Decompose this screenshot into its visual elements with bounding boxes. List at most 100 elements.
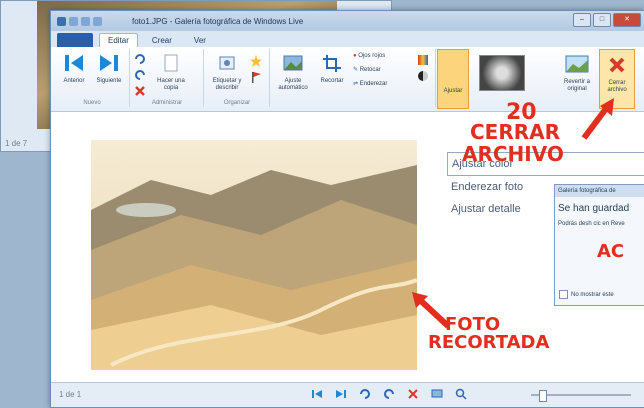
dialog-title: Galería fotográfica de	[555, 185, 644, 197]
annotation-close-line2: ARCHIVO	[462, 142, 564, 166]
previous-label: Anterior	[63, 78, 85, 84]
maximize-button[interactable]: □	[593, 13, 611, 27]
tab-view[interactable]: Ver	[186, 34, 214, 47]
group-organize-label: Organizar	[223, 100, 251, 106]
first-photo-icon[interactable]	[311, 388, 323, 400]
crop-label: Recortar	[320, 78, 344, 84]
effect-thumbnail-bw[interactable]	[479, 55, 525, 91]
crop-button[interactable]: Recortar	[315, 53, 349, 85]
tab-edit[interactable]: Editar	[99, 33, 138, 47]
photo-count: 1 de 1	[59, 390, 82, 399]
rotate-left-status-icon[interactable]	[359, 388, 371, 400]
group-nav-label: Nuevo	[83, 100, 101, 106]
status-bar: 1 de 1	[51, 382, 644, 407]
close-file-label: Cerrar archivo	[607, 80, 627, 93]
tab-file[interactable]	[57, 33, 93, 47]
exposure-button[interactable]	[415, 71, 431, 81]
retouch-icon: ✎	[353, 67, 359, 73]
tag-label: Etiquetar y describir	[212, 78, 242, 91]
slideshow-icon[interactable]	[431, 388, 443, 400]
group-manage: Hacer una copia Administrar	[131, 49, 204, 107]
flag-button[interactable]	[249, 71, 263, 86]
dont-show-checkbox[interactable]: No mostrar este	[559, 290, 614, 299]
dialog-message: Se han guardad	[558, 203, 630, 214]
dialog-hint: Podrás desh cic en Reve	[558, 221, 625, 227]
close-window-button[interactable]: ✕	[613, 13, 641, 27]
group-nav: Anterior Siguiente Nuevo	[55, 49, 130, 107]
effect-gallery	[471, 49, 531, 107]
zoom-icon[interactable]	[455, 388, 467, 400]
annotation-dialog-fragment: AC	[597, 241, 625, 262]
star-icon	[250, 55, 262, 67]
previous-icon	[65, 55, 83, 71]
cropped-photo[interactable]	[91, 140, 417, 370]
redeye-icon: ●	[353, 53, 357, 59]
tag-button[interactable]: Etiquetar y describir	[207, 53, 247, 92]
delete-icon	[135, 86, 145, 96]
make-copy-button[interactable]: Hacer una copia	[151, 53, 191, 92]
delete-button[interactable]	[133, 85, 147, 100]
save-icon[interactable]	[69, 16, 78, 26]
auto-adjust-icon	[283, 55, 303, 71]
quick-access-toolbar	[57, 16, 102, 26]
last-photo-icon[interactable]	[335, 388, 347, 400]
ribbon: Anterior Siguiente Nuevo Hacer una copia	[51, 47, 644, 112]
minimize-button[interactable]: –	[573, 13, 591, 27]
next-button[interactable]: Siguiente	[93, 53, 125, 85]
next-icon	[100, 55, 118, 71]
auto-adjust-label: Ajuste automático	[278, 78, 308, 91]
undo-icon[interactable]	[81, 16, 90, 26]
playback-controls	[311, 388, 467, 400]
app-icon[interactable]	[57, 16, 66, 26]
retouch-label: Retocar	[359, 67, 381, 73]
zoom-slider[interactable]	[531, 390, 631, 402]
redeye-button[interactable]: ● Ojos rojos	[353, 53, 413, 60]
close-file-icon	[609, 57, 625, 73]
checkbox-box	[559, 290, 568, 299]
straighten-button[interactable]: ⇌ Enderezar	[353, 81, 413, 88]
zoom-slider-thumb[interactable]	[539, 390, 547, 402]
rotate-left-icon	[135, 54, 145, 64]
star-rating-button[interactable]	[249, 55, 263, 70]
color-swatch-icon	[418, 55, 428, 65]
exposure-icon	[418, 71, 428, 81]
make-copy-label: Hacer una copia	[157, 78, 185, 91]
landscape-image	[91, 140, 417, 370]
annotation-arrow-close	[581, 98, 614, 140]
annotation-close-line1: CERRAR	[470, 120, 561, 144]
annotation-photo-line2: RECORTADA	[428, 332, 550, 353]
flag-icon	[252, 72, 261, 83]
straighten-label: Enderezar	[359, 81, 388, 87]
effects-label: Ajustar	[443, 88, 463, 94]
copy-icon	[164, 54, 178, 72]
color-button[interactable]	[415, 55, 431, 65]
tag-icon	[219, 56, 235, 70]
revert-icon	[565, 55, 589, 73]
redo-icon[interactable]	[93, 16, 102, 26]
rotate-right-button[interactable]	[133, 69, 147, 84]
previous-button[interactable]: Anterior	[59, 53, 89, 85]
effects-button[interactable]: Ajustar	[437, 49, 469, 109]
revert-label: Revertir a original	[563, 79, 590, 92]
rotate-right-icon	[135, 70, 145, 80]
title-bar: foto1.JPG - Galería fotográfica de Windo…	[51, 11, 644, 31]
rotate-right-status-icon[interactable]	[383, 388, 395, 400]
group-adjust: Ajuste automático Recortar ● Ojos rojos …	[271, 49, 436, 107]
crop-icon	[323, 55, 341, 72]
window-title: foto1.JPG - Galería fotográfica de Windo…	[132, 16, 304, 26]
ribbon-tabs: Editar Crear Ver	[51, 31, 644, 47]
delete-status-icon[interactable]	[407, 388, 419, 400]
rotate-left-button[interactable]	[133, 53, 147, 68]
retouch-button[interactable]: ✎ Retocar	[353, 67, 413, 74]
redeye-label: Ojos rojos	[358, 53, 386, 59]
checkbox-label: No mostrar este	[571, 291, 614, 298]
group-manage-label: Administrar	[151, 100, 183, 106]
group-organize: Etiquetar y describir Organizar	[205, 49, 270, 107]
annotation-arrow-photo	[412, 292, 451, 329]
next-label: Siguiente	[96, 78, 122, 84]
straighten-icon: ⇌	[353, 81, 359, 87]
photo-gallery-window: foto1.JPG - Galería fotográfica de Windo…	[50, 10, 644, 408]
tab-create[interactable]: Crear	[144, 34, 180, 47]
auto-adjust-button[interactable]: Ajuste automático	[273, 53, 313, 92]
background-status: 1 de 7	[5, 139, 28, 148]
